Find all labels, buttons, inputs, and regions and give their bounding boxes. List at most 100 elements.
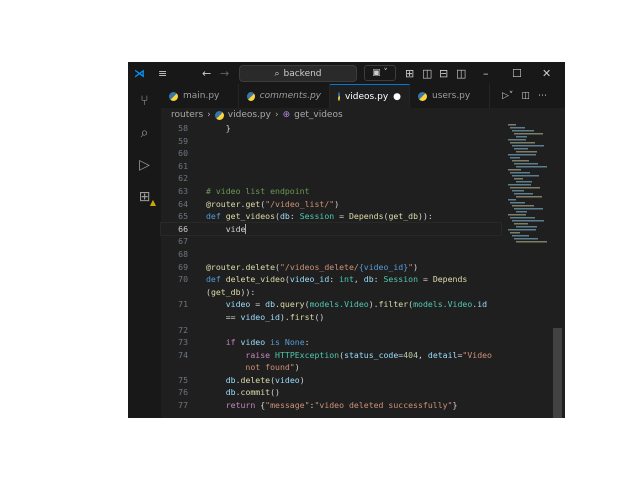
maximize-icon[interactable]: ☐ bbox=[512, 67, 522, 80]
search-icon[interactable]: ⌕ bbox=[136, 124, 153, 141]
breadcrumb: routers › videos.py › ⊕ get_videos bbox=[161, 108, 565, 122]
toggle-sidebar-icon[interactable]: ◫ bbox=[422, 67, 432, 80]
minimap-line bbox=[508, 214, 526, 216]
code-token: raise bbox=[206, 349, 271, 360]
code-line[interactable]: 68 bbox=[161, 248, 501, 261]
line-number: 59 bbox=[178, 135, 188, 146]
minimize-icon[interactable]: – bbox=[483, 67, 489, 80]
code-line[interactable]: 74 raise HTTPException(status_code=404, … bbox=[161, 349, 501, 362]
back-icon[interactable]: ← bbox=[202, 67, 211, 80]
minimap-line bbox=[508, 139, 526, 141]
extensions-icon[interactable]: ⊞ ▲ bbox=[136, 188, 156, 208]
code-line[interactable]: 67 bbox=[161, 235, 501, 248]
forward-icon[interactable]: → bbox=[220, 67, 229, 80]
line-content: # video list endpoint bbox=[206, 185, 310, 198]
line-number: 77 bbox=[178, 400, 188, 411]
toggle-panel-icon[interactable]: ⊟ bbox=[439, 67, 448, 80]
customize-layout-icon[interactable]: ⊞ bbox=[405, 67, 414, 80]
code-line[interactable]: 58 } bbox=[161, 122, 501, 135]
code-line[interactable]: 73 if video is None: bbox=[161, 336, 501, 349]
code-token: ) bbox=[413, 261, 419, 272]
minimap[interactable] bbox=[508, 124, 550, 244]
text-cursor bbox=[245, 223, 247, 234]
modified-dot-icon[interactable]: ● bbox=[393, 92, 401, 102]
code-token: ). bbox=[368, 299, 379, 310]
breadcrumb-symbol[interactable]: get_videos bbox=[294, 110, 343, 120]
code-token: @router bbox=[206, 198, 241, 209]
vscode-window: ⋊ ≡ ← → ⌕ backend ▣ ˅ ⊞ ◫ ⊟ ◫ – ☐ ✕ ⑂ ⌕ ▷… bbox=[128, 62, 565, 418]
split-editor-icon[interactable]: ◫ bbox=[521, 84, 530, 108]
code-line[interactable]: 64 @router.get("/video_list/") bbox=[161, 198, 501, 211]
vertical-scrollbar[interactable] bbox=[553, 328, 562, 418]
more-icon[interactable]: ⋯ bbox=[538, 84, 547, 108]
code-line[interactable]: 77 return {"message":"video deleted succ… bbox=[161, 399, 501, 412]
minimap-line bbox=[516, 241, 547, 243]
python-icon bbox=[169, 91, 178, 101]
tab-comments[interactable]: comments.py bbox=[239, 84, 330, 108]
code-line[interactable]: 70 def delete_video(video_id: int, db: Se… bbox=[161, 273, 501, 286]
minimap-line bbox=[512, 190, 524, 192]
code-token: def bbox=[206, 274, 221, 285]
code-line[interactable]: 72 bbox=[161, 324, 501, 337]
code-line[interactable]: 76 db.commit() bbox=[161, 386, 501, 399]
code-token: )) bbox=[418, 211, 428, 222]
line-number: 70 bbox=[178, 274, 188, 285]
minimap-line bbox=[512, 160, 529, 162]
code-line[interactable]: == video_id).first() bbox=[161, 311, 501, 324]
minimap-line bbox=[510, 187, 540, 189]
run-debug-icon[interactable]: ▷ bbox=[136, 156, 153, 173]
search-icon: ⌕ bbox=[274, 68, 280, 79]
code-line[interactable]: 61 bbox=[161, 160, 501, 173]
breadcrumb-folder[interactable]: routers bbox=[171, 110, 203, 120]
code-token: if bbox=[206, 337, 236, 348]
minimap-line bbox=[508, 169, 521, 171]
source-control-icon[interactable]: ⑂ bbox=[136, 92, 153, 109]
minimap-line bbox=[516, 226, 537, 228]
minimap-line bbox=[516, 181, 532, 183]
code-token: : bbox=[427, 211, 433, 222]
editor-tabs: main.py comments.py videos.py ● users.py … bbox=[161, 84, 565, 108]
code-line[interactable]: 65 def get_videos(db: Session = Depends(g… bbox=[161, 210, 501, 223]
code-line[interactable]: not found") bbox=[161, 361, 501, 374]
code-token: db bbox=[206, 387, 236, 398]
minimap-line bbox=[508, 124, 516, 126]
code-token: video bbox=[240, 337, 266, 348]
code-editor[interactable]: 58 } 59 60 61 62 63 # video list endpoint 64 @ro… bbox=[160, 122, 502, 412]
line-number: 68 bbox=[178, 248, 188, 259]
code-line[interactable]: 66 vide bbox=[160, 221, 502, 237]
code-line[interactable]: 59 bbox=[161, 135, 501, 148]
code-token: Depends bbox=[349, 211, 384, 222]
line-number bbox=[161, 311, 206, 324]
close-icon[interactable]: ✕ bbox=[542, 67, 551, 80]
minimap-line bbox=[516, 151, 537, 153]
python-icon bbox=[338, 92, 340, 101]
code-token: db bbox=[265, 299, 276, 310]
code-line[interactable]: (get_db)): bbox=[161, 286, 501, 299]
minimap-line bbox=[514, 148, 528, 150]
code-token: "/videos_delete/ bbox=[279, 261, 359, 272]
tab-videos[interactable]: videos.py ● bbox=[330, 84, 410, 108]
menu-icon[interactable]: ≡ bbox=[158, 67, 167, 80]
tab-main[interactable]: main.py bbox=[161, 84, 239, 108]
code-line[interactable]: 71 video = db.query(models.Video).filter… bbox=[161, 298, 501, 311]
code-token: models.Video bbox=[413, 299, 473, 310]
tab-label: main.py bbox=[183, 91, 220, 101]
code-token: video bbox=[206, 299, 251, 310]
line-content: vide bbox=[206, 223, 247, 236]
code-token: = bbox=[334, 211, 349, 222]
run-icon[interactable]: ▷˅ bbox=[502, 84, 513, 108]
copilot-icon[interactable]: ▣ ˅ bbox=[364, 65, 396, 81]
code-line[interactable]: 75 db.delete(video) bbox=[161, 374, 501, 387]
command-center-search[interactable]: ⌕ backend bbox=[239, 65, 357, 82]
toggle-secondary-sidebar-icon[interactable]: ◫ bbox=[456, 67, 466, 80]
code-line[interactable]: 62 bbox=[161, 172, 501, 185]
tab-users[interactable]: users.py bbox=[410, 84, 490, 108]
minimap-line bbox=[516, 136, 527, 138]
code-token: # video list endpoint bbox=[206, 185, 310, 196]
code-token: : bbox=[373, 274, 384, 285]
minimap-line bbox=[510, 157, 520, 159]
code-line[interactable]: 60 bbox=[161, 147, 501, 160]
breadcrumb-file[interactable]: videos.py bbox=[228, 110, 271, 120]
code-line[interactable]: 69 @router.delete("/videos_delete/{video_… bbox=[161, 261, 501, 274]
code-line[interactable]: 63 # video list endpoint bbox=[161, 185, 501, 198]
